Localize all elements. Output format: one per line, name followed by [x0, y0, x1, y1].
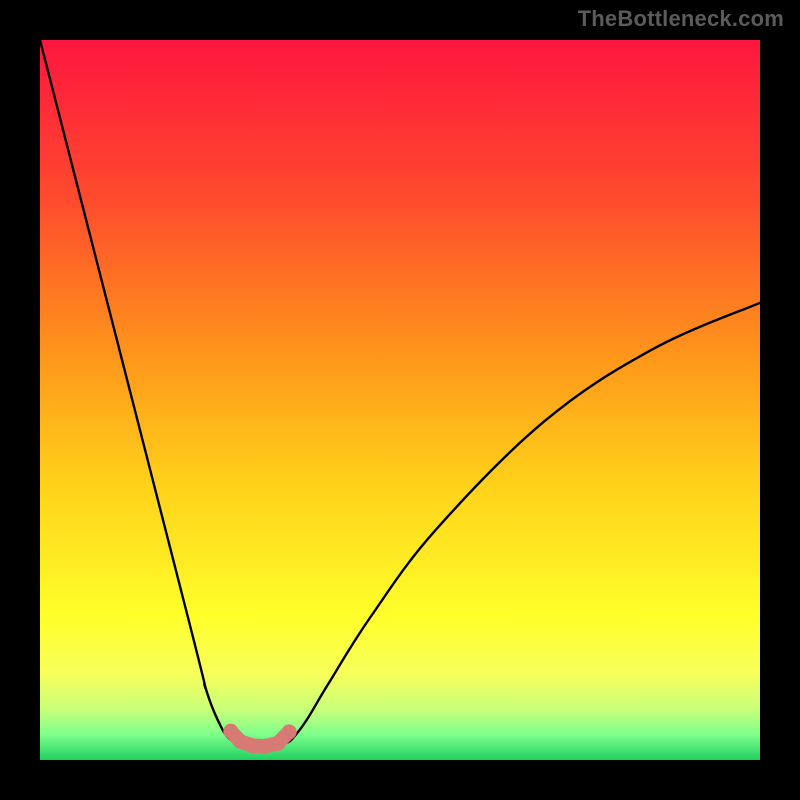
bottleneck-curve — [40, 40, 760, 760]
curve-left-branch — [40, 40, 238, 743]
valley-dot — [257, 739, 272, 754]
valley-dot — [282, 724, 297, 739]
curve-right-branch — [285, 303, 760, 744]
plot-area — [40, 40, 760, 760]
chart-frame: TheBottleneck.com — [0, 0, 800, 800]
watermark-text: TheBottleneck.com — [578, 6, 784, 32]
valley-marker — [223, 724, 296, 754]
valley-dot — [270, 736, 285, 751]
